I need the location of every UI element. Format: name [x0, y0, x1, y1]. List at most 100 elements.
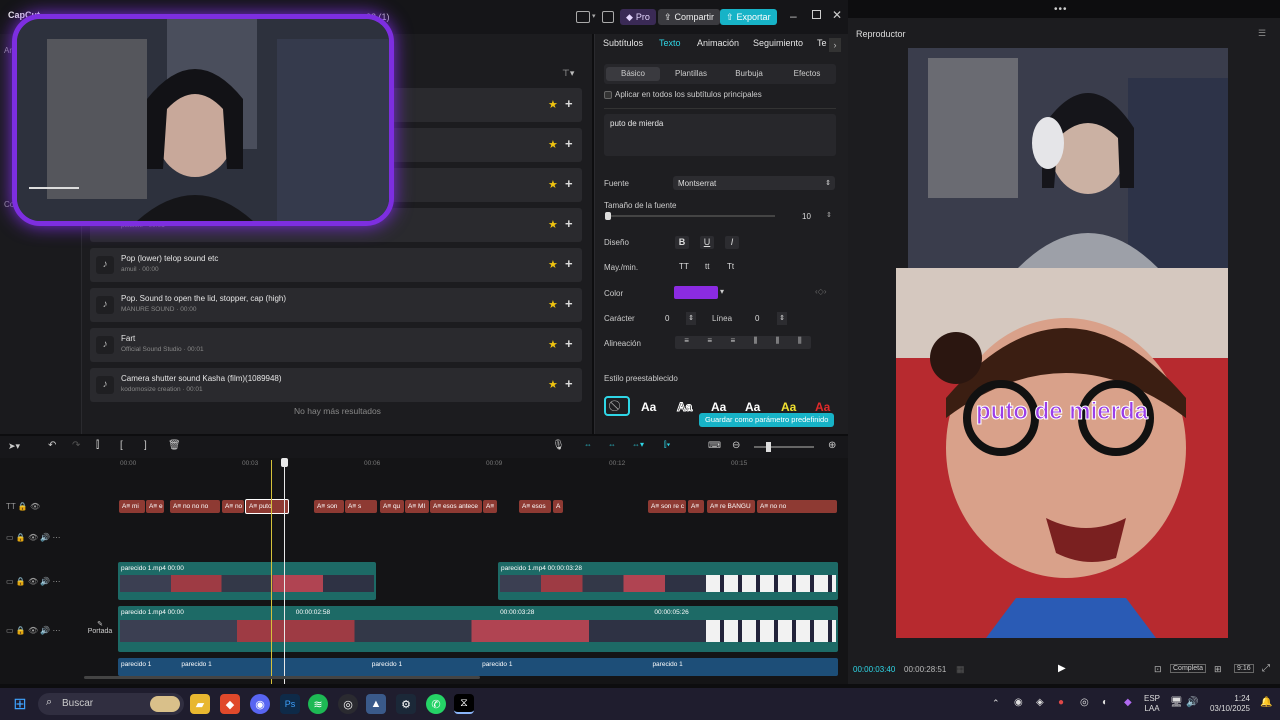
vertical-bottom-icon[interactable]: ⫼ — [798, 336, 802, 349]
add-icon[interactable]: + — [565, 256, 573, 271]
favorite-icon[interactable]: ★ — [548, 138, 558, 151]
share-button[interactable]: ⇪ Compartir — [658, 9, 721, 25]
preview-axis-icon[interactable]: ⫿▾ — [664, 440, 670, 450]
favorite-icon[interactable]: ★ — [548, 178, 558, 191]
add-icon[interactable]: + — [565, 96, 573, 111]
text-clip[interactable]: A≡ qu — [380, 500, 404, 513]
delete-icon[interactable]: 🗑 — [168, 440, 181, 451]
filter-icon[interactable]: ⊤▾ — [562, 68, 574, 79]
case-title[interactable]: Tt — [727, 262, 734, 271]
notifications-icon[interactable]: 🔔 — [1260, 697, 1272, 708]
brave-icon[interactable]: ◆ — [220, 694, 240, 714]
list-item[interactable]: ♪ Fart Official Sound Studio · 00:01 ★ + — [90, 328, 582, 362]
ratio-button[interactable]: 9:16 — [1234, 664, 1254, 673]
chevron-down-icon[interactable]: ▾ — [720, 287, 724, 296]
redo-icon[interactable]: ↷ — [72, 440, 80, 451]
italic-icon[interactable]: I — [725, 236, 739, 249]
steam-icon[interactable]: ⚙ — [396, 694, 416, 714]
bold-icon[interactable]: B — [675, 236, 689, 249]
favorite-icon[interactable]: ★ — [548, 378, 558, 391]
add-icon[interactable]: + — [565, 216, 573, 231]
font-select[interactable]: Montserrat ⇕ — [673, 176, 835, 190]
playhead-handle[interactable] — [281, 458, 288, 467]
text-track-controls[interactable]: TT 🔒 👁 — [6, 502, 40, 511]
align-left-icon[interactable]: ≡ — [684, 336, 689, 349]
align-center-icon[interactable]: ≡ — [707, 336, 712, 349]
text-clip[interactable]: A≡ s — [345, 500, 377, 513]
capcut-icon[interactable]: ⧖ — [454, 694, 474, 714]
fullscreen-icon[interactable]: ⤢ — [1262, 663, 1270, 674]
size-slider[interactable] — [607, 215, 775, 217]
add-icon[interactable]: + — [565, 296, 573, 311]
pro-button[interactable]: ◆ Pro — [620, 9, 656, 25]
microphone-icon[interactable]: 🎙 — [552, 440, 565, 451]
preset-style[interactable]: Aa — [815, 400, 830, 414]
volume-icon[interactable]: 🔊 — [1186, 697, 1198, 708]
text-input[interactable]: puto de mierda — [604, 114, 836, 156]
tab-text[interactable]: Texto — [659, 38, 681, 48]
text-clip[interactable]: A≡ son re c — [648, 500, 686, 513]
add-icon[interactable]: + — [565, 176, 573, 191]
stepper-icon[interactable]: ⇕ — [777, 312, 787, 325]
close-icon[interactable]: ✕ — [832, 8, 842, 22]
keyboard-icon[interactable] — [602, 11, 614, 23]
vertical-top-icon[interactable]: ⫼ — [754, 336, 758, 349]
clock[interactable]: 1:24 03/10/2025 — [1206, 694, 1250, 714]
text-clip[interactable]: A≡ no — [222, 500, 244, 513]
time-ruler[interactable]: 00:00 00:03 00:06 00:09 00:12 00:15 — [0, 458, 848, 472]
select-tool-icon[interactable]: ➤▾ — [8, 441, 20, 452]
obs-icon[interactable]: ◎ — [338, 694, 358, 714]
list-item[interactable]: ♪ Pop. Sound to open the lid, stopper, c… — [90, 288, 582, 322]
link-icon[interactable]: ⇔ — [584, 440, 592, 449]
stepper-icon[interactable]: ⇕ — [686, 312, 696, 325]
preset-style[interactable]: Aa — [711, 400, 726, 414]
timeline-scrollbar[interactable] — [84, 676, 480, 679]
whatsapp-icon[interactable]: ✆ — [426, 694, 446, 714]
tab-tracking[interactable]: Seguimiento — [753, 38, 803, 48]
favorite-icon[interactable]: ★ — [548, 258, 558, 271]
track-controls[interactable]: ▭ 🔒 👁 🔊 ⋯ — [6, 626, 61, 635]
photos-icon[interactable]: ▲ — [366, 694, 386, 714]
timeline[interactable]: 00:00 00:03 00:06 00:09 00:12 00:15 TT 🔒… — [0, 458, 848, 684]
crop-icon[interactable]: ⊡ — [1154, 664, 1162, 675]
zoom-slider-handle[interactable] — [766, 442, 771, 452]
zoom-slider[interactable] — [754, 446, 814, 448]
text-clip[interactable]: A≡ mi — [119, 500, 145, 513]
tray-icon[interactable]: ◎ — [1080, 697, 1089, 708]
trim-right-icon[interactable]: ] — [144, 440, 147, 451]
preset-style[interactable]: Aa — [745, 400, 760, 414]
color-swatch[interactable] — [674, 286, 718, 299]
audio-clip[interactable]: parecido 1 parecido 1 parecido 1 parecido 1… — [118, 658, 838, 676]
favorite-icon[interactable]: ★ — [548, 218, 558, 231]
text-clip[interactable]: A — [553, 500, 563, 513]
preset-style[interactable]: Aa — [641, 400, 656, 414]
discord-icon[interactable]: ◉ — [250, 694, 270, 714]
photoshop-icon[interactable]: Ps — [280, 694, 300, 714]
tray-icon[interactable]: ◆ — [1124, 697, 1132, 708]
size-value[interactable]: 10 — [802, 212, 811, 221]
track-controls[interactable]: ▭ 🔒 👁 🔊 ⋯ — [6, 533, 61, 542]
text-clip-selected[interactable]: A≡ puto — [245, 499, 289, 514]
split-icon[interactable]: ⫿ — [96, 440, 99, 451]
export-button[interactable]: ⇧ Exportar — [720, 9, 777, 25]
chevron-right-icon[interactable]: › — [829, 38, 841, 52]
alignment-group[interactable]: ≡ ≡ ≡ ⫼ ⫼ ⫼ — [675, 336, 811, 349]
zoom-fit-icon[interactable]: ⊞ — [1214, 664, 1222, 675]
preset-style[interactable]: Aa — [676, 400, 692, 415]
add-icon[interactable]: + — [565, 336, 573, 351]
quality-button[interactable]: Completa — [1170, 664, 1206, 673]
preset-none-icon[interactable]: ⃠ — [604, 396, 630, 416]
case-lower[interactable]: tt — [705, 262, 709, 271]
zoom-out-icon[interactable]: ⊖ — [732, 440, 740, 451]
track-controls[interactable]: ▭ 🔒 👁 🔊 ⋯ — [6, 577, 61, 586]
text-clip[interactable]: A≡ — [688, 500, 704, 513]
caption-icon[interactable]: ⌨ — [708, 440, 721, 451]
zoom-in-icon[interactable]: ⊕ — [828, 440, 836, 451]
linkage-icon[interactable]: ⇔▾ — [632, 440, 644, 449]
save-default-button[interactable]: Guardar como parámetro predefinido — [699, 413, 835, 427]
favorite-icon[interactable]: ★ — [548, 298, 558, 311]
trim-left-icon[interactable]: [ — [120, 440, 123, 451]
preset-style[interactable]: Aa — [781, 400, 796, 414]
tab-more[interactable]: Te — [817, 38, 827, 48]
language-indicator[interactable]: ESP LAA — [1144, 694, 1160, 714]
